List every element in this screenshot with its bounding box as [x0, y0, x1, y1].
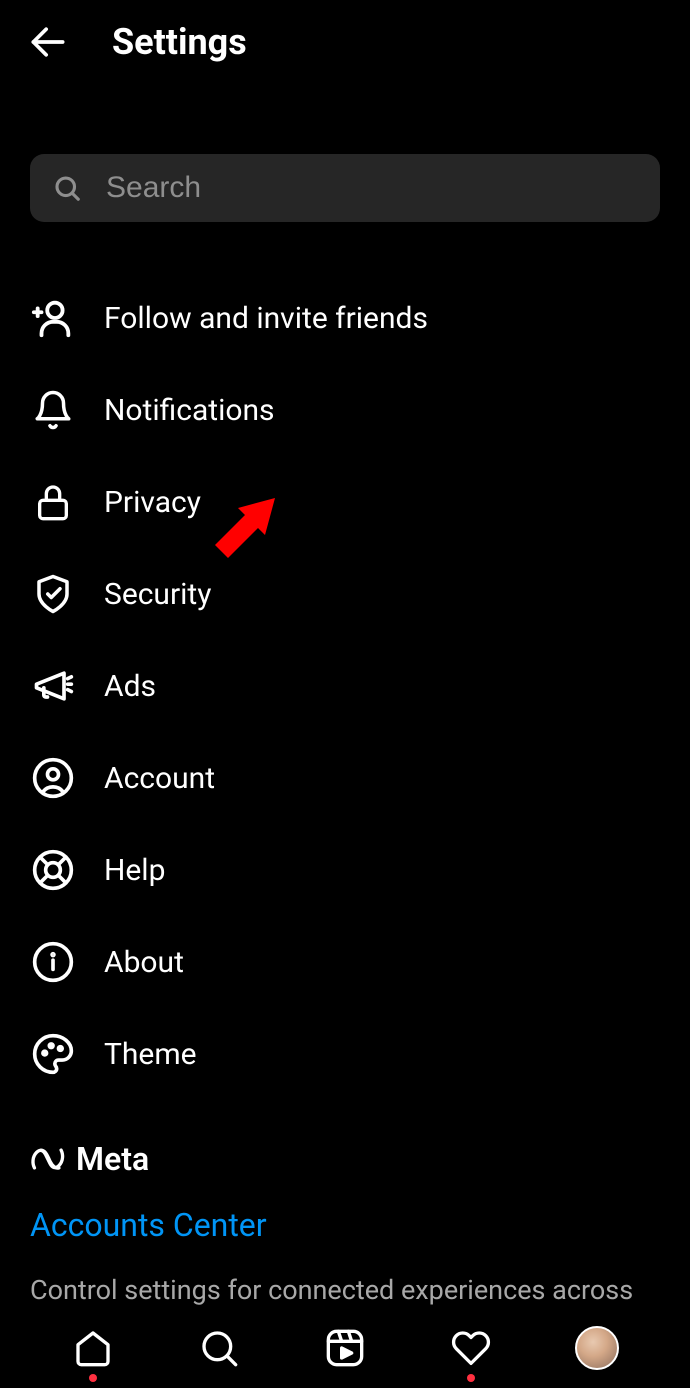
notification-dot [89, 1374, 97, 1382]
menu-label: Notifications [104, 393, 275, 428]
menu-item-theme[interactable]: Theme [30, 1008, 660, 1100]
search-container [0, 84, 690, 222]
meta-brand: Meta [30, 1140, 660, 1178]
nav-reels[interactable] [321, 1324, 369, 1372]
lock-icon [30, 479, 76, 525]
menu-label: Ads [104, 669, 156, 704]
info-icon [30, 939, 76, 985]
meta-brand-text: Meta [76, 1140, 149, 1178]
search-icon [199, 1328, 239, 1368]
menu-label: Follow and invite friends [104, 301, 428, 336]
menu-item-notifications[interactable]: Notifications [30, 364, 660, 456]
menu-item-about[interactable]: About [30, 916, 660, 1008]
add-person-icon [30, 295, 76, 341]
menu-item-help[interactable]: Help [30, 824, 660, 916]
profile-avatar [575, 1326, 619, 1370]
meta-logo-icon [30, 1145, 70, 1173]
search-input[interactable] [106, 171, 638, 205]
nav-profile[interactable] [573, 1324, 621, 1372]
palette-icon [30, 1031, 76, 1077]
settings-menu: Follow and invite friends Notifications … [0, 222, 690, 1100]
menu-label: Theme [104, 1037, 197, 1072]
header: Settings [0, 0, 690, 84]
back-button[interactable] [24, 18, 72, 66]
notification-dot [467, 1374, 475, 1382]
page-title: Settings [112, 21, 247, 63]
account-icon [30, 755, 76, 801]
nav-search[interactable] [195, 1324, 243, 1372]
menu-item-security[interactable]: Security [30, 548, 660, 640]
reels-icon [325, 1328, 365, 1368]
menu-label: Account [104, 761, 215, 796]
menu-item-ads[interactable]: Ads [30, 640, 660, 732]
accounts-center-link[interactable]: Accounts Center [30, 1206, 660, 1244]
menu-label: Help [104, 853, 165, 888]
arrow-left-icon [26, 20, 70, 64]
menu-label: About [104, 945, 184, 980]
menu-item-follow-invite[interactable]: Follow and invite friends [30, 272, 660, 364]
nav-activity[interactable] [447, 1324, 495, 1372]
home-icon [73, 1328, 113, 1368]
search-icon [52, 173, 82, 203]
bell-icon [30, 387, 76, 433]
menu-label: Privacy [104, 485, 201, 520]
help-icon [30, 847, 76, 893]
megaphone-icon [30, 663, 76, 709]
menu-item-privacy[interactable]: Privacy [30, 456, 660, 548]
menu-item-account[interactable]: Account [30, 732, 660, 824]
heart-icon [451, 1328, 491, 1368]
nav-home[interactable] [69, 1324, 117, 1372]
search-bar[interactable] [30, 154, 660, 222]
menu-label: Security [104, 577, 211, 612]
shield-check-icon [30, 571, 76, 617]
bottom-nav [0, 1308, 690, 1388]
